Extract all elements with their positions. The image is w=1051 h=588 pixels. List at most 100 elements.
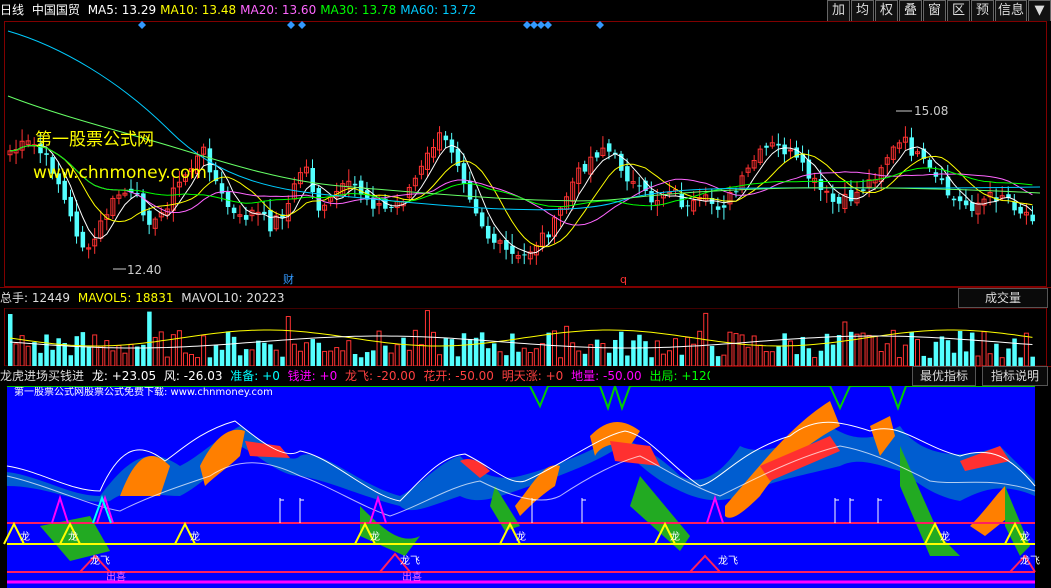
- volume-bar: [516, 351, 521, 366]
- candle-body: [649, 191, 654, 203]
- candle-body: [479, 212, 485, 227]
- candle-body: [443, 135, 449, 141]
- volume-bar: [673, 338, 678, 366]
- indicator-value: 钱进: +0: [283, 369, 338, 383]
- candle-body: [147, 210, 152, 225]
- indicator-chart[interactable]: 第一股票公式网股票公式免费下载: www.chnmoney.com龙龙龙龙龙龙龙…: [0, 386, 1051, 588]
- toolbar-button[interactable]: ▼: [1028, 0, 1051, 22]
- candle-body: [909, 137, 914, 156]
- volume-bar: [733, 333, 739, 366]
- candle-body: [715, 206, 721, 210]
- signal-tag: 龙: [190, 530, 200, 543]
- indicator-value: 龙: +23.05: [88, 369, 157, 383]
- volume-dropdown[interactable]: 成交量: [958, 288, 1048, 308]
- ma-legend-item: MA10: 13.48: [160, 3, 237, 17]
- volume-bar: [182, 352, 188, 366]
- indicator-value: 明天涨: +0: [497, 369, 564, 383]
- volume-bar: [394, 344, 400, 366]
- volume-bar: [147, 311, 152, 366]
- candle-body: [939, 178, 945, 181]
- candle-body: [824, 190, 830, 193]
- volume-bar: [969, 332, 975, 366]
- volume-bar: [999, 357, 1005, 366]
- volume-bar: [383, 345, 388, 366]
- volume-bar: [74, 336, 80, 366]
- volume-bar: [527, 352, 533, 366]
- signal-tag: 龙: [20, 530, 30, 543]
- volume-bar: [473, 337, 479, 366]
- candle-body: [473, 199, 479, 214]
- toolbar-button[interactable]: 区: [947, 0, 970, 22]
- volume-bar: [757, 344, 763, 366]
- volume-bar: [987, 353, 993, 366]
- volume-frame: [4, 308, 1047, 366]
- candle-body: [522, 254, 527, 256]
- volume-bar: [625, 355, 630, 366]
- vol-mavol10: MAVOL10: 20223: [181, 291, 285, 305]
- indicator-help-label: 指标说明: [990, 369, 1039, 383]
- volume-bar: [818, 350, 824, 366]
- candle-body: [836, 196, 842, 204]
- candle-body: [389, 206, 394, 208]
- volume-bar: [467, 338, 473, 366]
- ma-legend-item: MA60: 13.72: [400, 3, 477, 17]
- volume-bar: [830, 344, 836, 366]
- tag-chu-xi: 出喜: [402, 570, 422, 583]
- volume-bar: [939, 336, 945, 366]
- toolbar-button[interactable]: 信息: [995, 0, 1027, 22]
- volume-bar: [455, 356, 461, 366]
- best-indicator-button[interactable]: 最优指标: [912, 366, 976, 386]
- volume-bar: [310, 339, 315, 366]
- kline-chart[interactable]: 15.08 12.40 第一股票公式网 www.chnmoney.com 财 q: [0, 21, 1051, 287]
- candle-body: [606, 143, 612, 152]
- candle-body: [963, 200, 969, 206]
- volume-bar: [600, 343, 606, 366]
- toolbar-button[interactable]: 叠: [899, 0, 922, 22]
- candle-body: [582, 164, 588, 172]
- volume-bar: [637, 334, 642, 366]
- volume-bar: [388, 352, 394, 366]
- watermark-title: 第一股票公式网: [35, 130, 154, 150]
- volume-bar: [424, 310, 430, 366]
- volume-bar: [418, 344, 424, 366]
- volume-bar: [322, 350, 328, 366]
- indicator-help-button[interactable]: 指标说明: [982, 366, 1048, 386]
- toolbar-button[interactable]: 预: [971, 0, 994, 22]
- candle-body: [782, 144, 787, 155]
- indicator-value: 花开: -50.00: [419, 369, 494, 383]
- toolbar-button[interactable]: 权: [875, 0, 898, 22]
- candle-body: [1018, 206, 1023, 214]
- indicator-value: 出局: +120.0: [649, 369, 710, 383]
- period-label: 日线: [0, 3, 25, 17]
- volume-bar: [510, 333, 515, 366]
- volume-bar: [1018, 357, 1023, 366]
- volume-bar: [606, 352, 612, 366]
- candle-body: [800, 153, 806, 163]
- volume-bar: [697, 330, 703, 366]
- candle-body: [231, 207, 237, 214]
- toolbar-button[interactable]: 均: [851, 0, 874, 22]
- tag-long-fei: 龙飞: [400, 554, 420, 567]
- toolbar-button[interactable]: 加: [827, 0, 850, 22]
- toolbar-button[interactable]: 窗: [923, 0, 946, 22]
- volume-bar: [963, 351, 969, 366]
- volume-bar: [195, 357, 201, 366]
- volume-dropdown-label: 成交量: [984, 291, 1021, 305]
- volume-bar: [231, 336, 237, 366]
- volume-bar: [189, 354, 194, 366]
- signal-tag: 龙: [670, 530, 680, 543]
- volume-bar: [371, 350, 376, 366]
- volume-bar: [213, 344, 219, 366]
- volume-bar: [285, 316, 291, 366]
- indicator-value: 风: -26.03: [160, 369, 223, 383]
- candle-body: [830, 193, 836, 202]
- candle-body: [951, 198, 957, 201]
- volume-bar: [709, 345, 715, 366]
- ma-legend-item: MA5: 13.29: [87, 3, 157, 17]
- volume-bar: [316, 342, 322, 366]
- volume-chart[interactable]: [0, 308, 1051, 366]
- volume-bar: [546, 332, 551, 366]
- volume-bar: [763, 351, 769, 366]
- volume-bar: [104, 340, 110, 366]
- volume-bar: [479, 332, 485, 366]
